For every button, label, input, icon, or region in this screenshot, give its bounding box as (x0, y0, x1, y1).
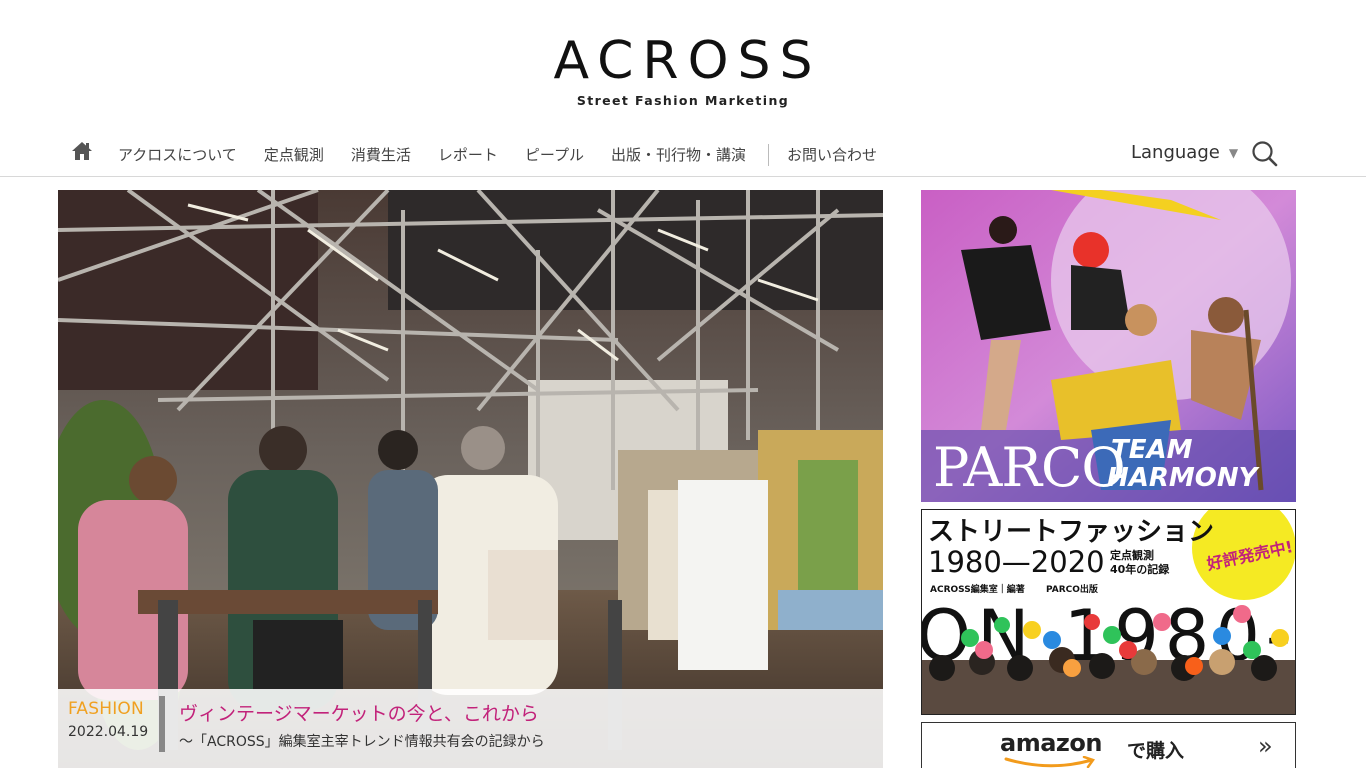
chevron-down-icon: ▼ (1228, 145, 1239, 160)
parco-logo: PARCO (933, 436, 1125, 499)
article-date: 2022.04.19 (68, 724, 149, 740)
search-icon[interactable] (1250, 139, 1280, 169)
home-icon[interactable] (71, 140, 93, 162)
article-title[interactable]: ヴィンテージマーケットの今と、これから (179, 699, 539, 726)
amazon-smile-icon (1004, 756, 1096, 768)
article-caption: FASHION 2022.04.19 ヴィンテージマーケットの今と、これから 〜… (58, 689, 883, 768)
language-select[interactable]: Language ▼ (1131, 142, 1238, 163)
book-authors: ACROSS編集室｜編著 (930, 583, 1025, 595)
nav-item-contact[interactable]: お問い合わせ (787, 145, 877, 165)
article-subtitle: 〜「ACROSS」編集室主宰トレンド情報共有会の記録から (179, 734, 545, 750)
double-chevron-right-icon: » (1258, 732, 1273, 760)
logo-title: ACROSS (553, 31, 822, 91)
amazon-buy-banner[interactable]: amazon で購入 » (921, 722, 1296, 768)
nav-menu: アクロスについて 定点観測 消費生活 レポート ピープル 出版・刊行物・講演 お… (118, 144, 904, 166)
book-years: 1980—2020 (928, 545, 1105, 579)
nav-item-report[interactable]: レポート (438, 145, 498, 165)
book-desc-2: 40年の記録 (1110, 562, 1170, 576)
parco-banner-image: PARCO TEAM HARMONY (921, 190, 1296, 502)
caption-divider (159, 696, 165, 752)
nav-item-people[interactable]: ピープル (525, 145, 584, 165)
header: ACROSS Street Fashion Marketing (0, 30, 1366, 109)
language-label: Language (1131, 142, 1220, 163)
nav-item-consumer-life[interactable]: 消費生活 (351, 145, 411, 165)
amazon-logo: amazon (1000, 729, 1102, 757)
featured-article[interactable]: FASHION 2022.04.19 ヴィンテージマーケットの今と、これから 〜… (58, 190, 883, 768)
nav-item-about[interactable]: アクロスについて (118, 145, 237, 165)
nav-item-fixed-point[interactable]: 定点観測 (264, 145, 324, 165)
site-logo[interactable]: ACROSS Street Fashion Marketing (544, 30, 821, 108)
buy-label: で購入 (1127, 740, 1185, 762)
book-title-line1: ストリートファッション (928, 517, 1214, 547)
parco-banner[interactable]: PARCO TEAM HARMONY (921, 190, 1296, 502)
nav-item-publications[interactable]: 出版・刊行物・講演 (611, 145, 746, 165)
book-banner-image: 好評発売中! ストリートファッション 1980—2020 定点観測 40年の記録… (922, 510, 1295, 714)
article-category[interactable]: FASHION (68, 699, 144, 719)
nav-divider (767, 144, 769, 166)
book-desc-1: 定点観測 (1110, 548, 1154, 562)
book-publisher: PARCO出版 (1046, 583, 1098, 595)
featured-article-image (58, 190, 883, 768)
logo-tagline: Street Fashion Marketing (576, 93, 790, 108)
harmony-text: HARMONY (1107, 463, 1261, 493)
book-banner[interactable]: 好評発売中! ストリートファッション 1980—2020 定点観測 40年の記録… (921, 509, 1296, 715)
main-nav: アクロスについて 定点観測 消費生活 レポート ピープル 出版・刊行物・講演 お… (0, 133, 1366, 177)
team-text: TEAM (1111, 435, 1193, 465)
